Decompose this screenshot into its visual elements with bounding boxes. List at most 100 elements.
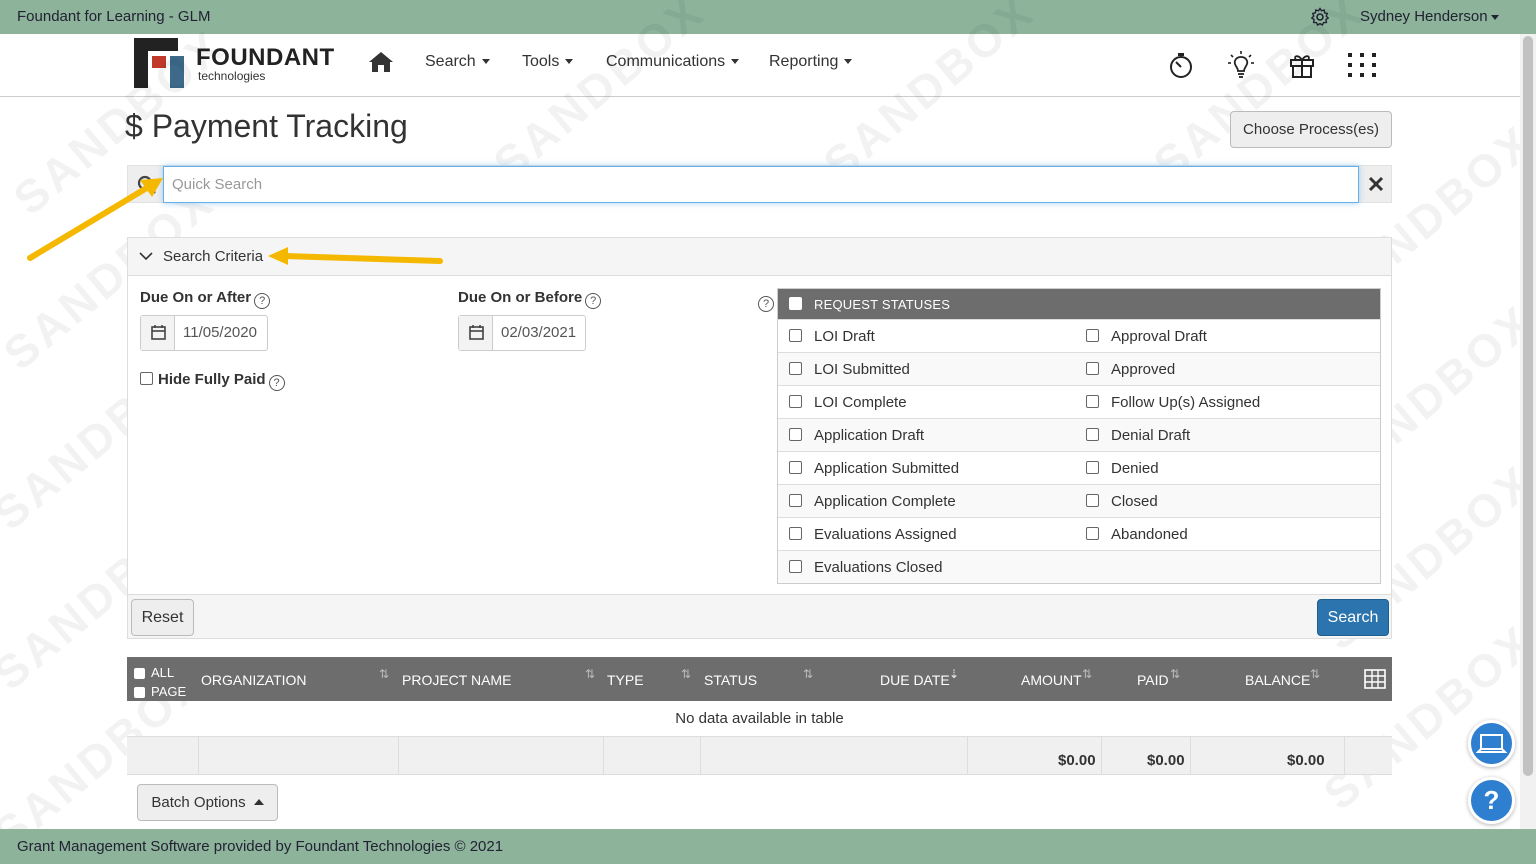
chevron-down-icon <box>139 252 153 261</box>
foundant-logo[interactable]: FOUNDANT technologies <box>132 36 335 90</box>
request-statuses-title: REQUEST STATUSES <box>814 297 951 312</box>
search-criteria-label: Search Criteria <box>163 248 264 265</box>
status-evaluations-closed[interactable]: Evaluations Closed <box>789 559 942 576</box>
col-due-date[interactable]: DUE DATE <box>880 672 950 688</box>
table-totals-row: $0.00 $0.00 $0.00 <box>127 737 1392 775</box>
help-button[interactable]: ? <box>1468 777 1515 824</box>
status-application-submitted[interactable]: Application Submitted <box>789 460 959 477</box>
stopwatch-icon[interactable] <box>1167 50 1195 80</box>
table-columns-icon[interactable] <box>1364 669 1386 689</box>
due-after-value: 11/05/2020 <box>183 324 257 341</box>
total-amount: $0.00 <box>1058 752 1096 769</box>
status-approval-draft[interactable]: Approval Draft <box>1086 328 1207 345</box>
select-page-option[interactable]: PAGE <box>134 682 186 701</box>
select-all-statuses-checkbox[interactable] <box>789 297 802 310</box>
request-statuses-header: REQUEST STATUSES <box>778 289 1380 319</box>
close-icon[interactable] <box>1366 174 1386 194</box>
hide-fully-paid-option[interactable]: Hide Fully Paid? <box>140 371 285 391</box>
chevron-down-icon <box>565 59 574 65</box>
help-icon[interactable]: ? <box>268 375 285 391</box>
sort-icon[interactable]: ⇅ <box>681 667 691 681</box>
logo-mark <box>134 38 184 88</box>
search-criteria-footer: Reset Search <box>128 594 1391 638</box>
table-empty-message: No data available in table <box>127 701 1392 737</box>
sort-desc-icon[interactable]: ⇣ <box>949 667 959 681</box>
help-icon[interactable]: ? <box>585 293 602 309</box>
app-title: Foundant for Learning - GLM <box>17 8 211 25</box>
chevron-down-icon <box>1490 14 1499 20</box>
col-status[interactable]: STATUS <box>704 672 757 688</box>
select-all-option[interactable]: ALL <box>134 663 186 682</box>
calendar-icon[interactable] <box>459 316 493 350</box>
status-loi-submitted[interactable]: LOI Submitted <box>789 361 910 378</box>
main-nav: FOUNDANT technologies Search Tools Commu… <box>0 34 1520 97</box>
help-icon[interactable]: ? <box>758 296 774 312</box>
sort-icon[interactable]: ⇅ <box>1170 667 1180 681</box>
status-application-complete[interactable]: Application Complete <box>789 493 956 510</box>
lightbulb-icon[interactable] <box>1227 50 1255 80</box>
col-balance[interactable]: BALANCE <box>1245 672 1310 688</box>
footer-text: Grant Management Software provided by Fo… <box>17 838 504 855</box>
search-criteria-panel: Search Criteria Due On or After? 11/05/2… <box>127 237 1392 639</box>
page-scrollbar[interactable] <box>1520 34 1536 829</box>
search-button[interactable]: Search <box>1317 599 1389 636</box>
col-paid[interactable]: PAID <box>1137 672 1169 688</box>
quick-search-input[interactable] <box>163 166 1359 203</box>
hide-fully-paid-checkbox[interactable] <box>140 372 153 385</box>
quick-search-bar <box>127 165 1392 203</box>
user-name: Sydney Henderson <box>1360 8 1488 25</box>
status-abandoned[interactable]: Abandoned <box>1086 526 1188 543</box>
reset-button[interactable]: Reset <box>131 599 194 636</box>
choose-processes-button[interactable]: Choose Process(es) <box>1230 111 1392 148</box>
scrollbar-thumb[interactable] <box>1523 36 1533 776</box>
sort-icon[interactable]: ⇅ <box>1082 667 1092 681</box>
caret-up-icon <box>253 799 264 805</box>
footer: Grant Management Software provided by Fo… <box>0 829 1536 864</box>
search-icon <box>137 175 156 194</box>
sort-icon[interactable]: ⇅ <box>379 667 389 681</box>
home-icon[interactable] <box>368 50 394 74</box>
sort-icon[interactable]: ⇅ <box>585 667 595 681</box>
laptop-icon <box>1475 734 1508 753</box>
batch-options-button[interactable]: Batch Options <box>137 784 278 821</box>
logo-word: FOUNDANT <box>196 44 335 71</box>
nav-tools-menu[interactable]: Tools <box>522 53 574 71</box>
chevron-down-icon <box>731 59 740 65</box>
status-closed[interactable]: Closed <box>1086 493 1158 510</box>
request-statuses-list: REQUEST STATUSES LOI Draft Approval Draft… <box>777 288 1381 584</box>
learning-widget-button[interactable] <box>1468 720 1515 767</box>
col-organization[interactable]: ORGANIZATION <box>201 672 307 688</box>
logo-sub: technologies <box>198 69 266 83</box>
user-menu[interactable]: Sydney Henderson <box>1360 8 1499 25</box>
sort-icon[interactable]: ⇅ <box>1310 667 1320 681</box>
sort-icon[interactable]: ⇅ <box>803 667 813 681</box>
status-follow-ups-assigned[interactable]: Follow Up(s) Assigned <box>1086 394 1260 411</box>
status-denial-draft[interactable]: Denial Draft <box>1086 427 1190 444</box>
col-amount[interactable]: AMOUNT <box>1021 672 1082 688</box>
total-paid: $0.00 <box>1147 752 1185 769</box>
status-loi-draft[interactable]: LOI Draft <box>789 328 875 345</box>
select-all-page: ALL PAGE <box>134 663 186 701</box>
page-title: $ Payment Tracking <box>125 108 408 145</box>
status-approved[interactable]: Approved <box>1086 361 1175 378</box>
nav-communications-menu[interactable]: Communications <box>606 53 740 71</box>
gear-icon[interactable] <box>1310 7 1330 27</box>
nav-reporting-menu[interactable]: Reporting <box>769 53 853 71</box>
top-bar: Foundant for Learning - GLM Sydney Hende… <box>0 0 1536 34</box>
chevron-down-icon <box>481 59 490 65</box>
apps-grid-icon[interactable] <box>1347 50 1377 80</box>
status-application-draft[interactable]: Application Draft <box>789 427 924 444</box>
help-icon[interactable]: ? <box>254 293 271 309</box>
due-before-value: 02/03/2021 <box>501 324 577 341</box>
due-before-field[interactable]: 02/03/2021 <box>458 315 586 351</box>
nav-search-menu[interactable]: Search <box>425 53 490 71</box>
search-criteria-toggle[interactable]: Search Criteria <box>128 238 1391 276</box>
calendar-icon[interactable] <box>141 316 175 350</box>
status-loi-complete[interactable]: LOI Complete <box>789 394 907 411</box>
status-denied[interactable]: Denied <box>1086 460 1159 477</box>
due-after-field[interactable]: 11/05/2020 <box>140 315 268 351</box>
col-type[interactable]: TYPE <box>607 672 644 688</box>
status-evaluations-assigned[interactable]: Evaluations Assigned <box>789 526 957 543</box>
col-project-name[interactable]: PROJECT NAME <box>402 672 511 688</box>
gift-icon[interactable] <box>1288 50 1316 80</box>
